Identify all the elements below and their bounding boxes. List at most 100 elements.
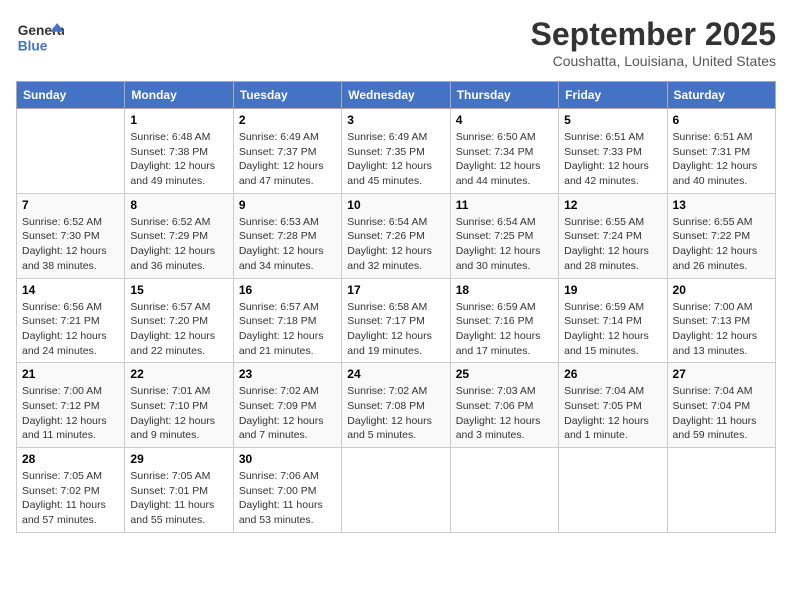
col-header-monday: Monday bbox=[125, 82, 233, 109]
calendar-cell: 29 Sunrise: 7:05 AMSunset: 7:01 PMDayligh… bbox=[125, 448, 233, 533]
day-number: 24 bbox=[347, 367, 444, 381]
title-block: September 2025 Coushatta, Louisiana, Uni… bbox=[531, 16, 776, 69]
logo-icon: General Blue bbox=[16, 16, 64, 56]
day-number: 25 bbox=[456, 367, 553, 381]
calendar-cell: 2 Sunrise: 6:49 AMSunset: 7:37 PMDaylight… bbox=[233, 109, 341, 194]
cell-details: Sunrise: 6:59 AMSunset: 7:16 PMDaylight:… bbox=[456, 300, 553, 359]
cell-details: Sunrise: 6:48 AMSunset: 7:38 PMDaylight:… bbox=[130, 130, 227, 189]
cell-details: Sunrise: 6:51 AMSunset: 7:33 PMDaylight:… bbox=[564, 130, 661, 189]
day-number: 4 bbox=[456, 113, 553, 127]
calendar-cell bbox=[342, 448, 450, 533]
calendar-cell: 17 Sunrise: 6:58 AMSunset: 7:17 PMDayligh… bbox=[342, 278, 450, 363]
day-number: 2 bbox=[239, 113, 336, 127]
calendar-cell: 18Sunrise: 6:59 AMSunset: 7:16 PMDayligh… bbox=[450, 278, 558, 363]
calendar-cell: 19 Sunrise: 6:59 AMSunset: 7:14 PMDayligh… bbox=[559, 278, 667, 363]
day-number: 30 bbox=[239, 452, 336, 466]
col-header-sunday: Sunday bbox=[17, 82, 125, 109]
week-row-2: 7Sunrise: 6:52 AMSunset: 7:30 PMDaylight… bbox=[17, 193, 776, 278]
week-row-5: 28 Sunrise: 7:05 AMSunset: 7:02 PMDayligh… bbox=[17, 448, 776, 533]
calendar-cell bbox=[667, 448, 775, 533]
calendar-cell: 13 Sunrise: 6:55 AMSunset: 7:22 PMDayligh… bbox=[667, 193, 775, 278]
cell-details: Sunrise: 6:53 AMSunset: 7:28 PMDaylight:… bbox=[239, 215, 336, 274]
calendar-cell bbox=[559, 448, 667, 533]
cell-details: Sunrise: 7:02 AMSunset: 7:08 PMDaylight:… bbox=[347, 384, 444, 443]
calendar-cell: 12 Sunrise: 6:55 AMSunset: 7:24 PMDayligh… bbox=[559, 193, 667, 278]
day-number: 13 bbox=[673, 198, 770, 212]
week-row-1: 1 Sunrise: 6:48 AMSunset: 7:38 PMDaylight… bbox=[17, 109, 776, 194]
calendar-cell: 7Sunrise: 6:52 AMSunset: 7:30 PMDaylight… bbox=[17, 193, 125, 278]
col-header-tuesday: Tuesday bbox=[233, 82, 341, 109]
calendar-cell: 24 Sunrise: 7:02 AMSunset: 7:08 PMDayligh… bbox=[342, 363, 450, 448]
cell-details: Sunrise: 6:58 AMSunset: 7:17 PMDaylight:… bbox=[347, 300, 444, 359]
header-row: SundayMondayTuesdayWednesdayThursdayFrid… bbox=[17, 82, 776, 109]
cell-details: Sunrise: 6:55 AMSunset: 7:24 PMDaylight:… bbox=[564, 215, 661, 274]
calendar-cell: 22 Sunrise: 7:01 AMSunset: 7:10 PMDayligh… bbox=[125, 363, 233, 448]
cell-details: Sunrise: 7:05 AMSunset: 7:01 PMDaylight:… bbox=[130, 469, 227, 528]
day-number: 7 bbox=[22, 198, 119, 212]
month-title: September 2025 bbox=[531, 16, 776, 53]
day-number: 16 bbox=[239, 283, 336, 297]
cell-details: Sunrise: 6:52 AMSunset: 7:29 PMDaylight:… bbox=[130, 215, 227, 274]
day-number: 8 bbox=[130, 198, 227, 212]
cell-details: Sunrise: 6:57 AMSunset: 7:20 PMDaylight:… bbox=[130, 300, 227, 359]
day-number: 1 bbox=[130, 113, 227, 127]
day-number: 15 bbox=[130, 283, 227, 297]
calendar-cell: 28 Sunrise: 7:05 AMSunset: 7:02 PMDayligh… bbox=[17, 448, 125, 533]
col-header-friday: Friday bbox=[559, 82, 667, 109]
calendar-cell: 23Sunrise: 7:02 AMSunset: 7:09 PMDayligh… bbox=[233, 363, 341, 448]
cell-details: Sunrise: 6:50 AMSunset: 7:34 PMDaylight:… bbox=[456, 130, 553, 189]
calendar-cell: 26 Sunrise: 7:04 AMSunset: 7:05 PMDayligh… bbox=[559, 363, 667, 448]
cell-details: Sunrise: 6:59 AMSunset: 7:14 PMDaylight:… bbox=[564, 300, 661, 359]
calendar-cell: 14 Sunrise: 6:56 AMSunset: 7:21 PMDayligh… bbox=[17, 278, 125, 363]
day-number: 3 bbox=[347, 113, 444, 127]
day-number: 21 bbox=[22, 367, 119, 381]
cell-details: Sunrise: 7:04 AMSunset: 7:04 PMDaylight:… bbox=[673, 384, 770, 443]
calendar-cell: 8 Sunrise: 6:52 AMSunset: 7:29 PMDaylight… bbox=[125, 193, 233, 278]
cell-details: Sunrise: 7:01 AMSunset: 7:10 PMDaylight:… bbox=[130, 384, 227, 443]
calendar-cell: 6 Sunrise: 6:51 AMSunset: 7:31 PMDaylight… bbox=[667, 109, 775, 194]
day-number: 20 bbox=[673, 283, 770, 297]
calendar-cell: 27 Sunrise: 7:04 AMSunset: 7:04 PMDayligh… bbox=[667, 363, 775, 448]
cell-details: Sunrise: 7:04 AMSunset: 7:05 PMDaylight:… bbox=[564, 384, 661, 443]
day-number: 9 bbox=[239, 198, 336, 212]
day-number: 23 bbox=[239, 367, 336, 381]
cell-details: Sunrise: 7:06 AMSunset: 7:00 PMDaylight:… bbox=[239, 469, 336, 528]
day-number: 6 bbox=[673, 113, 770, 127]
day-number: 28 bbox=[22, 452, 119, 466]
cell-details: Sunrise: 7:05 AMSunset: 7:02 PMDaylight:… bbox=[22, 469, 119, 528]
col-header-saturday: Saturday bbox=[667, 82, 775, 109]
week-row-4: 21Sunrise: 7:00 AMSunset: 7:12 PMDayligh… bbox=[17, 363, 776, 448]
calendar-cell: 9 Sunrise: 6:53 AMSunset: 7:28 PMDaylight… bbox=[233, 193, 341, 278]
cell-details: Sunrise: 7:03 AMSunset: 7:06 PMDaylight:… bbox=[456, 384, 553, 443]
day-number: 14 bbox=[22, 283, 119, 297]
cell-details: Sunrise: 7:00 AMSunset: 7:13 PMDaylight:… bbox=[673, 300, 770, 359]
location: Coushatta, Louisiana, United States bbox=[531, 53, 776, 69]
day-number: 10 bbox=[347, 198, 444, 212]
calendar-cell: 3 Sunrise: 6:49 AMSunset: 7:35 PMDaylight… bbox=[342, 109, 450, 194]
calendar-cell bbox=[17, 109, 125, 194]
calendar-cell: 5 Sunrise: 6:51 AMSunset: 7:33 PMDaylight… bbox=[559, 109, 667, 194]
cell-details: Sunrise: 6:49 AMSunset: 7:35 PMDaylight:… bbox=[347, 130, 444, 189]
calendar-cell: 10 Sunrise: 6:54 AMSunset: 7:26 PMDayligh… bbox=[342, 193, 450, 278]
cell-details: Sunrise: 6:56 AMSunset: 7:21 PMDaylight:… bbox=[22, 300, 119, 359]
day-number: 27 bbox=[673, 367, 770, 381]
cell-details: Sunrise: 6:54 AMSunset: 7:26 PMDaylight:… bbox=[347, 215, 444, 274]
calendar-cell: 15 Sunrise: 6:57 AMSunset: 7:20 PMDayligh… bbox=[125, 278, 233, 363]
svg-text:Blue: Blue bbox=[18, 39, 48, 54]
day-number: 29 bbox=[130, 452, 227, 466]
calendar-table: SundayMondayTuesdayWednesdayThursdayFrid… bbox=[16, 81, 776, 533]
cell-details: Sunrise: 6:49 AMSunset: 7:37 PMDaylight:… bbox=[239, 130, 336, 189]
cell-details: Sunrise: 6:51 AMSunset: 7:31 PMDaylight:… bbox=[673, 130, 770, 189]
day-number: 26 bbox=[564, 367, 661, 381]
col-header-wednesday: Wednesday bbox=[342, 82, 450, 109]
day-number: 12 bbox=[564, 198, 661, 212]
day-number: 22 bbox=[130, 367, 227, 381]
calendar-cell: 4 Sunrise: 6:50 AMSunset: 7:34 PMDaylight… bbox=[450, 109, 558, 194]
day-number: 19 bbox=[564, 283, 661, 297]
cell-details: Sunrise: 6:55 AMSunset: 7:22 PMDaylight:… bbox=[673, 215, 770, 274]
calendar-cell: 25 Sunrise: 7:03 AMSunset: 7:06 PMDayligh… bbox=[450, 363, 558, 448]
day-number: 17 bbox=[347, 283, 444, 297]
week-row-3: 14 Sunrise: 6:56 AMSunset: 7:21 PMDayligh… bbox=[17, 278, 776, 363]
calendar-cell: 11Sunrise: 6:54 AMSunset: 7:25 PMDayligh… bbox=[450, 193, 558, 278]
day-number: 5 bbox=[564, 113, 661, 127]
